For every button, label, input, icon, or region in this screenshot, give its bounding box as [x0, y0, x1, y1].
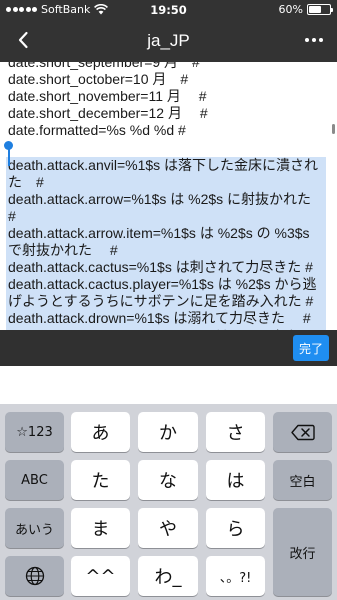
page-title: ja_JP	[147, 31, 190, 50]
back-button[interactable]	[8, 25, 38, 55]
globe-key[interactable]	[5, 556, 64, 596]
battery-percent: 60%	[278, 3, 303, 16]
nav-bar: ja_JP	[0, 20, 337, 62]
editor-line[interactable]: date.short_december=12 月 #	[8, 105, 326, 122]
editor-line[interactable]: date.short_november=11 月 #	[8, 88, 326, 105]
done-button[interactable]: 完了	[293, 335, 329, 361]
editor-line[interactable]: date.formatted=%s %d %d #	[8, 122, 326, 139]
status-right: 60%	[278, 3, 333, 16]
editor-line[interactable]	[8, 139, 326, 156]
chevron-left-icon	[18, 31, 28, 49]
battery-fill	[309, 6, 321, 13]
key-a[interactable]: あ	[71, 412, 130, 452]
space-key[interactable]: 空白	[273, 460, 332, 500]
editor-content[interactable]: date.short_september=9 月 # date.short_oct…	[6, 62, 326, 330]
editor-line[interactable]: death.attack.arrow=%1$s は %2$s に射抜かれた #	[6, 190, 326, 225]
editor-line[interactable]: death.attack.cactus.player=%1$s は %2$s か…	[6, 276, 326, 311]
keyboard-accessory-bar: 完了	[0, 330, 337, 366]
key-abc[interactable]: ABC	[5, 460, 64, 500]
editor-line[interactable]: date.short_september=9 月 #	[8, 62, 326, 71]
battery-icon	[307, 4, 333, 15]
editor-line[interactable]: death.attack.cactus=%1$s は刺されて力尽きた #	[6, 259, 326, 277]
key-ta[interactable]: た	[71, 460, 130, 500]
key-hiragana[interactable]: あいう	[5, 508, 64, 548]
editor-line[interactable]: death.attack.arrow.item=%1$s は %2$s の %3…	[6, 224, 326, 260]
keyboard-spacer	[0, 366, 337, 404]
japanese-flick-keyboard: ☆123 あ か さ ABC た な は 空白 あいう ま や ら 改行 ^^ …	[0, 404, 337, 600]
key-wa[interactable]: わ_	[138, 556, 198, 596]
key-ka[interactable]: か	[138, 412, 198, 452]
key-na[interactable]: な	[138, 460, 198, 500]
return-key[interactable]: 改行	[273, 508, 332, 596]
editor-line[interactable]: death.attack.anvil=%1$s は落下した金床に潰された #	[6, 156, 326, 191]
backspace-icon	[290, 424, 315, 440]
delete-key[interactable]	[273, 412, 332, 452]
ellipsis-icon	[305, 38, 309, 42]
app-header: SoftBank 19:50 60% ja_JP	[0, 0, 337, 62]
selection-handle-stem[interactable]	[8, 148, 10, 166]
key-ya[interactable]: や	[138, 508, 198, 548]
more-options-button[interactable]	[299, 25, 329, 55]
key-kaomoji[interactable]: ^^	[71, 556, 130, 596]
selection-start-handle[interactable]	[4, 141, 13, 150]
editor-line[interactable]: date.short_october=10 月 #	[8, 71, 326, 88]
key-ha[interactable]: は	[206, 460, 265, 500]
globe-icon	[25, 566, 44, 586]
key-punctuation[interactable]: 、。?!	[206, 556, 265, 596]
key-numbers[interactable]: ☆123	[5, 412, 64, 452]
scroll-indicator[interactable]	[332, 124, 335, 134]
text-editor[interactable]: date.short_september=9 月 # date.short_oct…	[0, 62, 337, 330]
key-ma[interactable]: ま	[71, 508, 130, 548]
key-ra[interactable]: ら	[206, 508, 265, 548]
key-sa[interactable]: さ	[206, 412, 265, 452]
editor-line[interactable]: death.attack.drown=%1$s は溺れて力尽きた #	[6, 310, 326, 328]
status-bar: SoftBank 19:50 60%	[0, 0, 337, 20]
